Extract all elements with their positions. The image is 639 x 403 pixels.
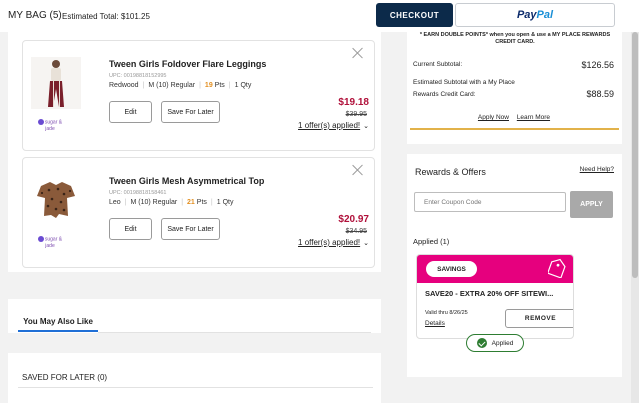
brand-logo: sugar & jade <box>37 119 63 133</box>
product-image[interactable] <box>31 174 81 226</box>
estimated-subtotal-label-1: Estimated Subtotal with a My Place <box>413 79 515 86</box>
paypal-logo-pay: Pay <box>516 9 537 21</box>
chevron-down-icon: ⌄ <box>363 123 369 130</box>
divider <box>18 387 373 388</box>
coupon-card: SAVINGS SAVE20 - EXTRA 20% OFF SITEWI...… <box>416 254 574 339</box>
apply-now-link[interactable]: Apply Now <box>478 114 509 121</box>
close-icon[interactable] <box>352 47 364 59</box>
you-may-also-like-panel: You May Also Like <box>8 299 381 333</box>
save-for-later-button[interactable]: Save For Later <box>161 101 220 123</box>
edit-button[interactable]: Edit <box>109 218 152 240</box>
item-upc: UPC: 00198818152995 <box>109 73 167 79</box>
cart-item: sugar & jade Tween Girls Mesh Asymmetric… <box>22 157 375 268</box>
coupon-code-input[interactable] <box>414 192 566 212</box>
close-icon[interactable] <box>352 164 364 176</box>
current-subtotal-value: $126.56 <box>581 60 614 70</box>
product-image[interactable] <box>31 57 81 109</box>
sale-price: $20.97 <box>338 214 369 225</box>
item-points-unit: Pts <box>196 199 207 206</box>
edit-button[interactable]: Edit <box>109 101 152 123</box>
item-size: M (10) Regular <box>130 199 178 206</box>
item-size: M (10) Regular <box>148 82 196 89</box>
saved-for-later-title: SAVED FOR LATER (0) <box>22 373 108 382</box>
learn-more-link[interactable]: Learn More <box>517 114 550 121</box>
paypal-button[interactable]: Pay Pal <box>455 3 615 27</box>
applied-count: Applied (1) <box>413 237 450 246</box>
saved-for-later-panel: SAVED FOR LATER (0) <box>8 353 381 403</box>
item-meta: Redwood | M (10) Regular | 19 Pts | 1 Qty <box>109 82 252 89</box>
item-points: 19 <box>204 82 213 89</box>
card-links: Apply Now Learn More <box>413 114 615 121</box>
item-name[interactable]: Tween Girls Foldover Flare Leggings <box>109 59 266 69</box>
original-price: $39.95 <box>345 111 367 118</box>
applied-status-badge: Applied <box>466 334 524 352</box>
check-circle-icon <box>476 338 487 348</box>
promo-note: * EARN DOUBLE POINTS* when you open & us… <box>419 32 611 45</box>
coupon-code: SAVE20 - EXTRA 20% OFF SITEWI... <box>425 289 554 298</box>
summary-accent-bar <box>410 128 619 130</box>
tab-you-may-also-like[interactable]: You May Also Like <box>18 317 98 332</box>
cart-item: sugar & jade Tween Girls Foldover Flare … <box>22 40 375 151</box>
item-points: 21 <box>187 199 195 206</box>
brand-logo: sugar & jade <box>37 236 63 250</box>
top-bar: MY BAG (5) Estimated Total: $101.25 CHEC… <box>0 0 639 32</box>
item-meta: Leo | M (10) Regular | 21 Pts | 1 Qty <box>109 199 234 206</box>
item-color: Redwood <box>109 82 139 89</box>
rewards-title: Rewards & Offers <box>415 167 486 177</box>
bag-title: MY BAG (5) <box>8 10 62 21</box>
coupon-header: SAVINGS <box>417 255 573 283</box>
apply-coupon-button[interactable]: APPLY <box>570 191 613 218</box>
rewards-offers-panel: Rewards & Offers Need Help? APPLY Applie… <box>407 154 622 377</box>
tag-icon <box>548 258 566 278</box>
item-name[interactable]: Tween Girls Mesh Asymmetrical Top <box>109 176 264 186</box>
offers-applied-toggle[interactable]: 1 offer(s) applied! ⌄ <box>298 238 369 247</box>
save-for-later-button[interactable]: Save For Later <box>161 218 220 240</box>
item-qty: 1 Qty <box>216 199 234 206</box>
order-summary-panel: * EARN DOUBLE POINTS* when you open & us… <box>407 32 622 144</box>
scrollbar-thumb[interactable] <box>632 32 638 278</box>
coupon-details-link[interactable]: Details <box>425 320 445 327</box>
coupon-valid-thru: Valid thru 8/26/25 <box>425 310 468 316</box>
need-help-link[interactable]: Need Help? <box>580 166 614 173</box>
paypal-logo-pal: Pal <box>536 9 554 21</box>
checkout-button[interactable]: CHECKOUT <box>376 3 453 27</box>
savings-badge: SAVINGS <box>426 261 477 277</box>
item-qty: 1 Qty <box>234 82 252 89</box>
item-points-unit: Pts <box>214 82 225 89</box>
original-price: $34.95 <box>345 228 367 235</box>
sale-price: $19.18 <box>338 97 369 108</box>
applied-status-label: Applied <box>491 339 514 347</box>
estimated-subtotal-value: $88.59 <box>586 89 614 99</box>
remove-coupon-button[interactable]: REMOVE <box>505 309 573 328</box>
item-upc: UPC: 00198818158461 <box>109 190 167 196</box>
offers-applied-toggle[interactable]: 1 offer(s) applied! ⌄ <box>298 121 369 130</box>
estimated-subtotal-label-2: Rewards Credit Card: <box>413 91 476 98</box>
chevron-down-icon: ⌄ <box>363 240 369 247</box>
item-color: Leo <box>109 199 121 206</box>
page-scrollbar[interactable] <box>631 32 639 403</box>
tab-divider <box>98 332 371 333</box>
cart-items-panel: sugar & jade Tween Girls Foldover Flare … <box>8 32 381 272</box>
estimated-total: Estimated Total: $101.25 <box>62 12 150 21</box>
